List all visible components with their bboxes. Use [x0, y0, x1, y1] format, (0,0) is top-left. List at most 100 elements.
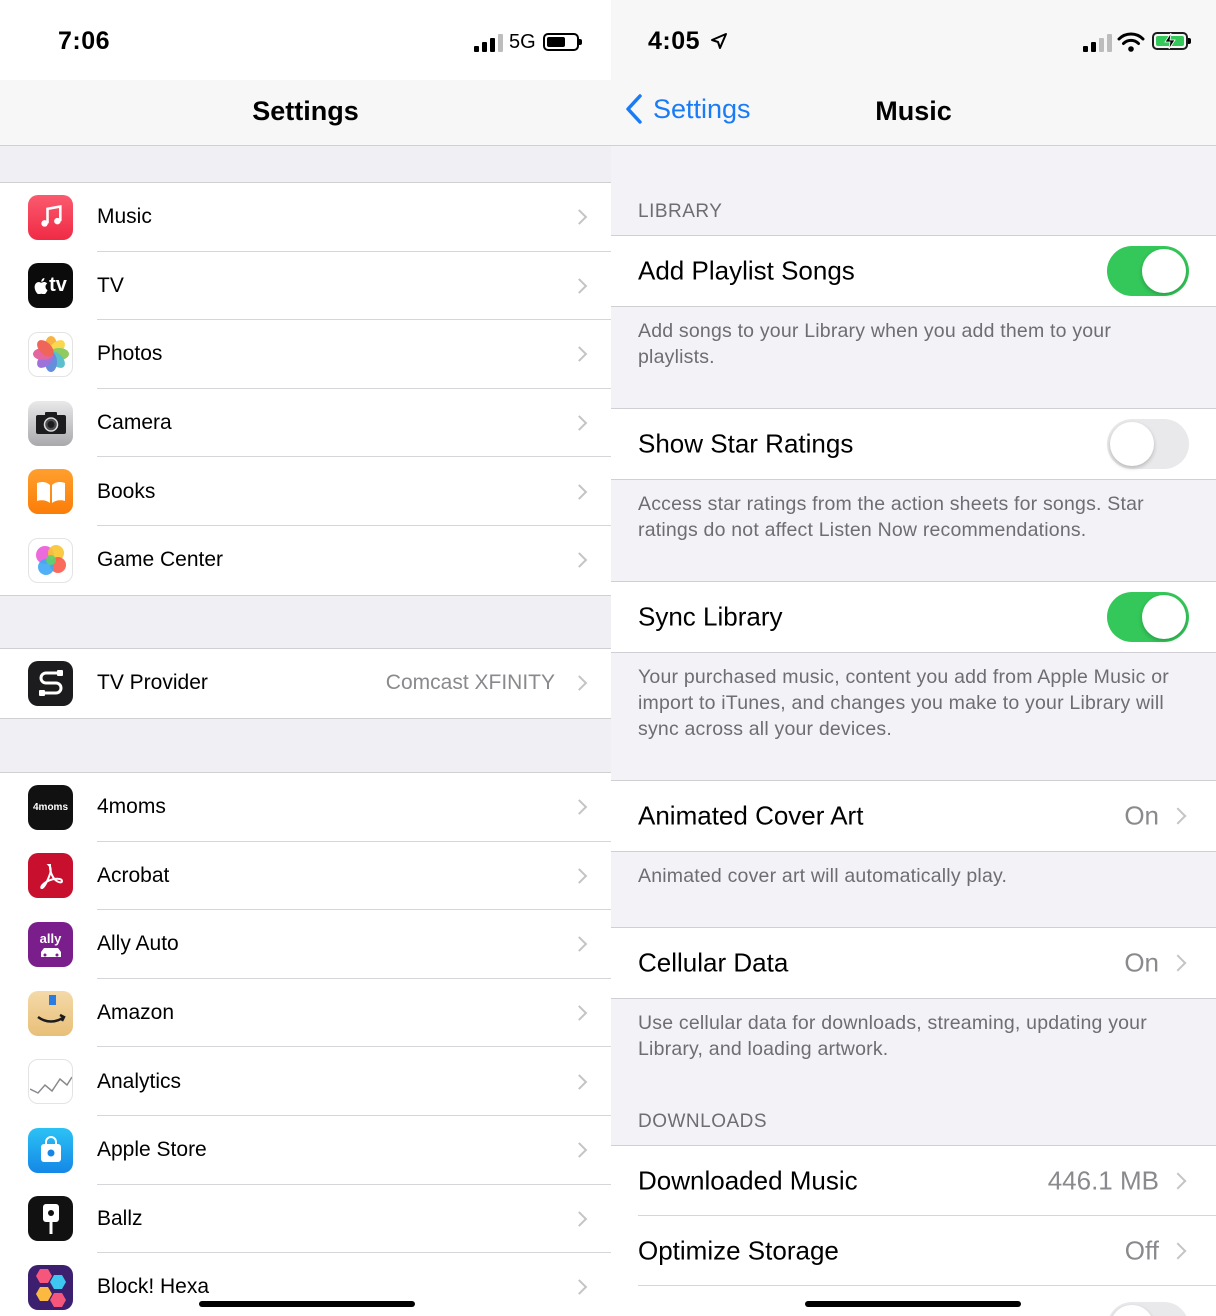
- settings-group-tv-provider: TV Provider Comcast XFINITY: [0, 648, 611, 719]
- chevron-right-icon: [571, 868, 588, 884]
- settings-item-camera[interactable]: Camera: [0, 389, 611, 458]
- chevron-right-icon: [571, 415, 588, 431]
- setting-label: Cellular Data: [638, 947, 789, 978]
- animated-cover-art-row[interactable]: Animated Cover Art On: [611, 781, 1216, 851]
- partial-toggle[interactable]: [1107, 1302, 1189, 1316]
- apple-tv-icon: tv: [28, 263, 73, 309]
- setting-footer: Access star ratings from the action shee…: [638, 493, 1144, 541]
- photos-icon: [28, 331, 73, 377]
- status-time: 7:06: [58, 27, 111, 55]
- apple-tv-icon-text: tv: [49, 274, 67, 297]
- cellular-data-row[interactable]: Cellular Data On: [611, 928, 1216, 998]
- block-hexa-icon: [28, 1264, 73, 1310]
- settings-item-ally-auto[interactable]: ally Ally Auto: [0, 910, 611, 979]
- ballz-icon: [28, 1196, 73, 1242]
- settings-item-apple-store[interactable]: Apple Store: [0, 1116, 611, 1185]
- chevron-right-icon: [1169, 954, 1187, 972]
- setting-value: On: [1124, 947, 1159, 978]
- status-bar: 4:05: [611, 0, 1216, 80]
- settings-item-tv-provider[interactable]: TV Provider Comcast XFINITY: [0, 649, 611, 718]
- tv-provider-value: Comcast XFINITY: [385, 671, 555, 695]
- setting-value: 446.1 MB: [1047, 1165, 1159, 1196]
- page-title: Settings: [252, 96, 359, 126]
- settings-item-amazon[interactable]: Amazon: [0, 979, 611, 1048]
- settings-item-tv[interactable]: tv TV: [0, 252, 611, 321]
- nav-bar: Settings: [0, 80, 611, 146]
- settings-item-ballz[interactable]: Ballz: [0, 1185, 611, 1254]
- chevron-right-icon: [571, 1073, 588, 1090]
- chevron-right-icon: [571, 799, 588, 816]
- setting-label: Add Playlist Songs: [638, 255, 855, 286]
- chevron-right-icon: [571, 1142, 588, 1159]
- nav-bar: Settings Music: [611, 80, 1216, 146]
- 4moms-icon-text: 4moms: [32, 801, 68, 813]
- setting-footer: Use cellular data for downloads, streami…: [638, 1012, 1147, 1060]
- settings-item-label: Camera: [97, 411, 172, 435]
- setting-value: On: [1124, 800, 1159, 831]
- chevron-right-icon: [571, 1005, 588, 1021]
- setting-label: Show Star Ratings: [638, 428, 854, 459]
- settings-group-apple-apps: Music tv TV Photos Camera Books Game Cen…: [0, 182, 611, 596]
- acrobat-icon: [28, 853, 73, 899]
- setting-footer: Add songs to your Library when you add t…: [638, 320, 1112, 368]
- status-bar: 7:06 5G: [0, 0, 611, 80]
- add-playlist-songs-toggle[interactable]: [1107, 246, 1189, 296]
- chevron-right-icon: [1169, 1172, 1187, 1190]
- optimize-storage-row[interactable]: Optimize Storage Off: [611, 1216, 1216, 1286]
- cellular-signal-icon: [1083, 34, 1112, 52]
- cellular-data-group: Cellular Data On: [611, 927, 1216, 999]
- chevron-right-icon: [571, 209, 588, 226]
- add-playlist-songs-row: Add Playlist Songs: [611, 235, 1216, 307]
- sync-library-toggle[interactable]: [1107, 592, 1189, 642]
- settings-item-game-center[interactable]: Game Center: [0, 526, 611, 595]
- battery-charging-icon: [1152, 32, 1191, 50]
- settings-item-label: TV: [97, 273, 124, 297]
- downloads-group: Downloaded Music 446.1 MB Optimize Stora…: [611, 1145, 1216, 1316]
- show-star-ratings-toggle[interactable]: [1107, 419, 1189, 469]
- home-indicator[interactable]: [805, 1301, 1021, 1307]
- cellular-signal-icon: [474, 34, 503, 52]
- books-icon: [28, 469, 73, 515]
- settings-item-label: Block! Hexa: [97, 1275, 210, 1299]
- section-header-downloads: DOWNLOADS: [638, 1111, 768, 1132]
- settings-item-acrobat[interactable]: Acrobat: [0, 842, 611, 911]
- settings-item-label: Ballz: [97, 1206, 143, 1230]
- home-indicator[interactable]: [199, 1301, 415, 1307]
- show-star-ratings-row: Show Star Ratings: [611, 408, 1216, 480]
- chevron-right-icon: [1169, 1242, 1187, 1260]
- chevron-right-icon: [571, 483, 588, 500]
- page-title: Music: [875, 96, 952, 126]
- setting-label: Optimize Storage: [638, 1235, 839, 1266]
- tv-provider-icon: [28, 660, 73, 706]
- settings-item-label: Amazon: [97, 1001, 175, 1025]
- chevron-right-icon: [1169, 807, 1187, 825]
- settings-item-music[interactable]: Music: [0, 183, 611, 252]
- location-arrow-icon: [710, 33, 727, 49]
- settings-item-books[interactable]: Books: [0, 457, 611, 526]
- downloaded-music-row[interactable]: Downloaded Music 446.1 MB: [611, 1146, 1216, 1216]
- settings-item-label: Acrobat: [97, 863, 170, 887]
- chevron-right-icon: [571, 1279, 588, 1296]
- animated-cover-art-group: Animated Cover Art On: [611, 780, 1216, 852]
- settings-item-label: Photos: [97, 342, 163, 366]
- settings-item-4moms[interactable]: 4moms 4moms: [0, 773, 611, 842]
- music-settings-screen: 4:05 Settings Music LIBRARY Add Playlist…: [611, 0, 1216, 1316]
- wifi-icon: [1117, 32, 1145, 52]
- chevron-right-icon: [571, 1211, 588, 1227]
- setting-footer: Animated cover art will automatically pl…: [638, 865, 1008, 887]
- ally-auto-icon: ally: [28, 921, 73, 967]
- settings-item-label: 4moms: [97, 795, 166, 819]
- apple-store-icon: [28, 1127, 73, 1173]
- camera-icon: [28, 400, 73, 446]
- settings-item-label: Music: [97, 205, 152, 229]
- status-time: 4:05: [648, 27, 728, 56]
- 4moms-icon: 4moms: [28, 784, 73, 830]
- network-type: 5G: [509, 31, 536, 53]
- settings-item-label: Ally Auto: [97, 932, 179, 956]
- settings-item-label: Apple Store: [97, 1138, 207, 1162]
- settings-item-photos[interactable]: Photos: [0, 320, 611, 389]
- settings-item-label: Game Center: [97, 548, 224, 572]
- settings-item-analytics[interactable]: Analytics: [0, 1047, 611, 1116]
- setting-label: Downloaded Music: [638, 1165, 858, 1196]
- setting-footer: Your purchased music, content you add fr…: [638, 666, 1169, 740]
